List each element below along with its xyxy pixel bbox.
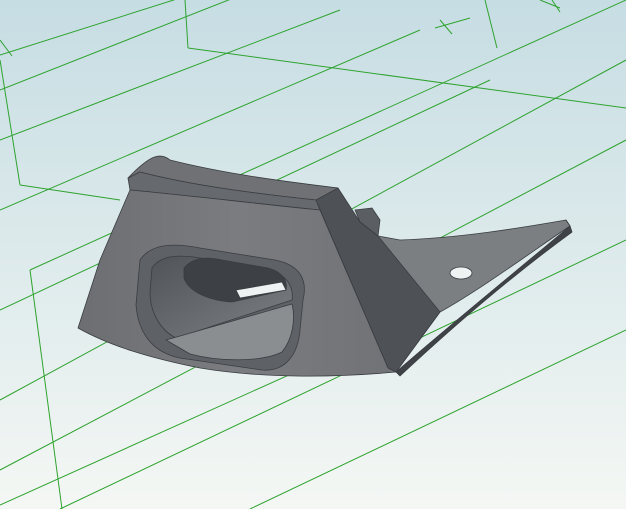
viewport-canvas[interactable] bbox=[0, 0, 626, 509]
mounting-hole bbox=[449, 266, 473, 280]
3d-viewport[interactable] bbox=[0, 0, 626, 509]
